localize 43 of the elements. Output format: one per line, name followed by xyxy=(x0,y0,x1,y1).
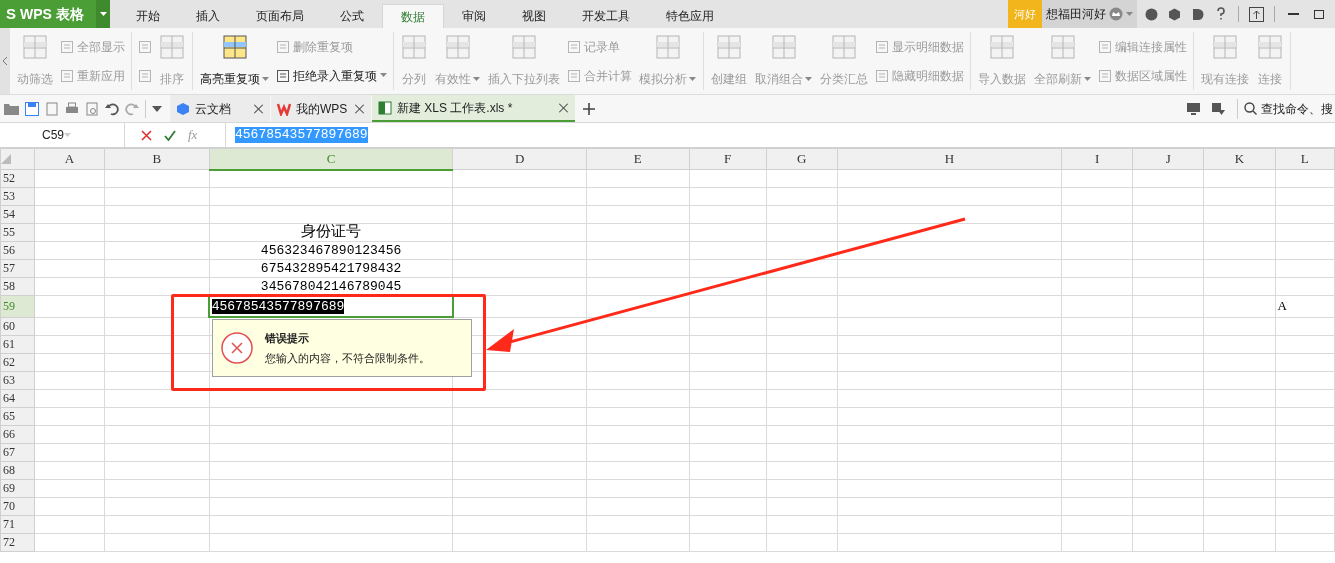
user-button[interactable]: 想福田河好 xyxy=(1042,0,1137,28)
menu-tab[interactable]: 开发工具 xyxy=(564,4,648,28)
column-header[interactable]: D xyxy=(452,148,587,170)
column-header[interactable]: H xyxy=(837,148,1062,170)
column-header[interactable]: L xyxy=(1275,148,1335,170)
menu-tab[interactable]: 特色应用 xyxy=(648,4,732,28)
column-header[interactable]: I xyxy=(1061,148,1133,170)
document-tab-title: 我的WPS xyxy=(296,100,348,118)
menu-tab[interactable]: 公式 xyxy=(322,4,382,28)
search-field[interactable]: 查找命令、搜 xyxy=(1237,98,1335,119)
menu-tab[interactable]: 审阅 xyxy=(444,4,504,28)
column-header[interactable]: B xyxy=(104,148,210,170)
app-logo: S xyxy=(6,3,16,24)
error-title: 错误提示 xyxy=(265,330,310,346)
column-header[interactable]: C xyxy=(209,148,453,170)
column-header[interactable]: K xyxy=(1203,148,1275,170)
column-header[interactable]: A xyxy=(34,148,105,170)
menu-tab[interactable]: 插入 xyxy=(178,4,238,28)
menu-tab[interactable]: 页面布局 xyxy=(238,4,322,28)
table-cell-text: 345678042146789045 xyxy=(259,278,403,295)
column-header[interactable]: F xyxy=(689,148,767,170)
document-tab[interactable]: 云文档 xyxy=(170,95,270,122)
name-box[interactable]: C59 xyxy=(0,123,125,147)
document-tab[interactable]: 新建 XLS 工作表.xls * xyxy=(372,95,575,122)
column-header[interactable]: G xyxy=(766,148,838,170)
menu-tab[interactable]: 数据 xyxy=(382,4,444,28)
ribbon-button[interactable]: 拒绝录入重复项 xyxy=(276,66,387,85)
menu-tab[interactable]: 开始 xyxy=(118,4,178,28)
table-cell-text: 456323467890123456 xyxy=(259,242,403,259)
cell-input[interactable]: 45678543577897689 xyxy=(211,299,345,314)
column-header[interactable]: J xyxy=(1132,148,1204,170)
document-tab-title: 云文档 xyxy=(195,100,231,118)
app-title: WPS 表格 xyxy=(20,4,84,24)
column-header[interactable]: E xyxy=(586,148,690,170)
table-cell-text: A xyxy=(1276,298,1288,315)
error-message: 您输入的内容，不符合限制条件。 xyxy=(265,351,430,366)
level-badge: 河好 xyxy=(1008,0,1042,28)
document-tab-title: 新建 XLS 工作表.xls * xyxy=(397,99,513,117)
table-cell-text: 675432895421798432 xyxy=(259,260,403,277)
table-cell-text: 身份证号 xyxy=(300,224,363,241)
ribbon-button[interactable]: 高亮重复项 xyxy=(199,32,270,90)
menu-tab[interactable]: 视图 xyxy=(504,4,564,28)
document-tab[interactable]: 我的WPS xyxy=(271,95,371,122)
